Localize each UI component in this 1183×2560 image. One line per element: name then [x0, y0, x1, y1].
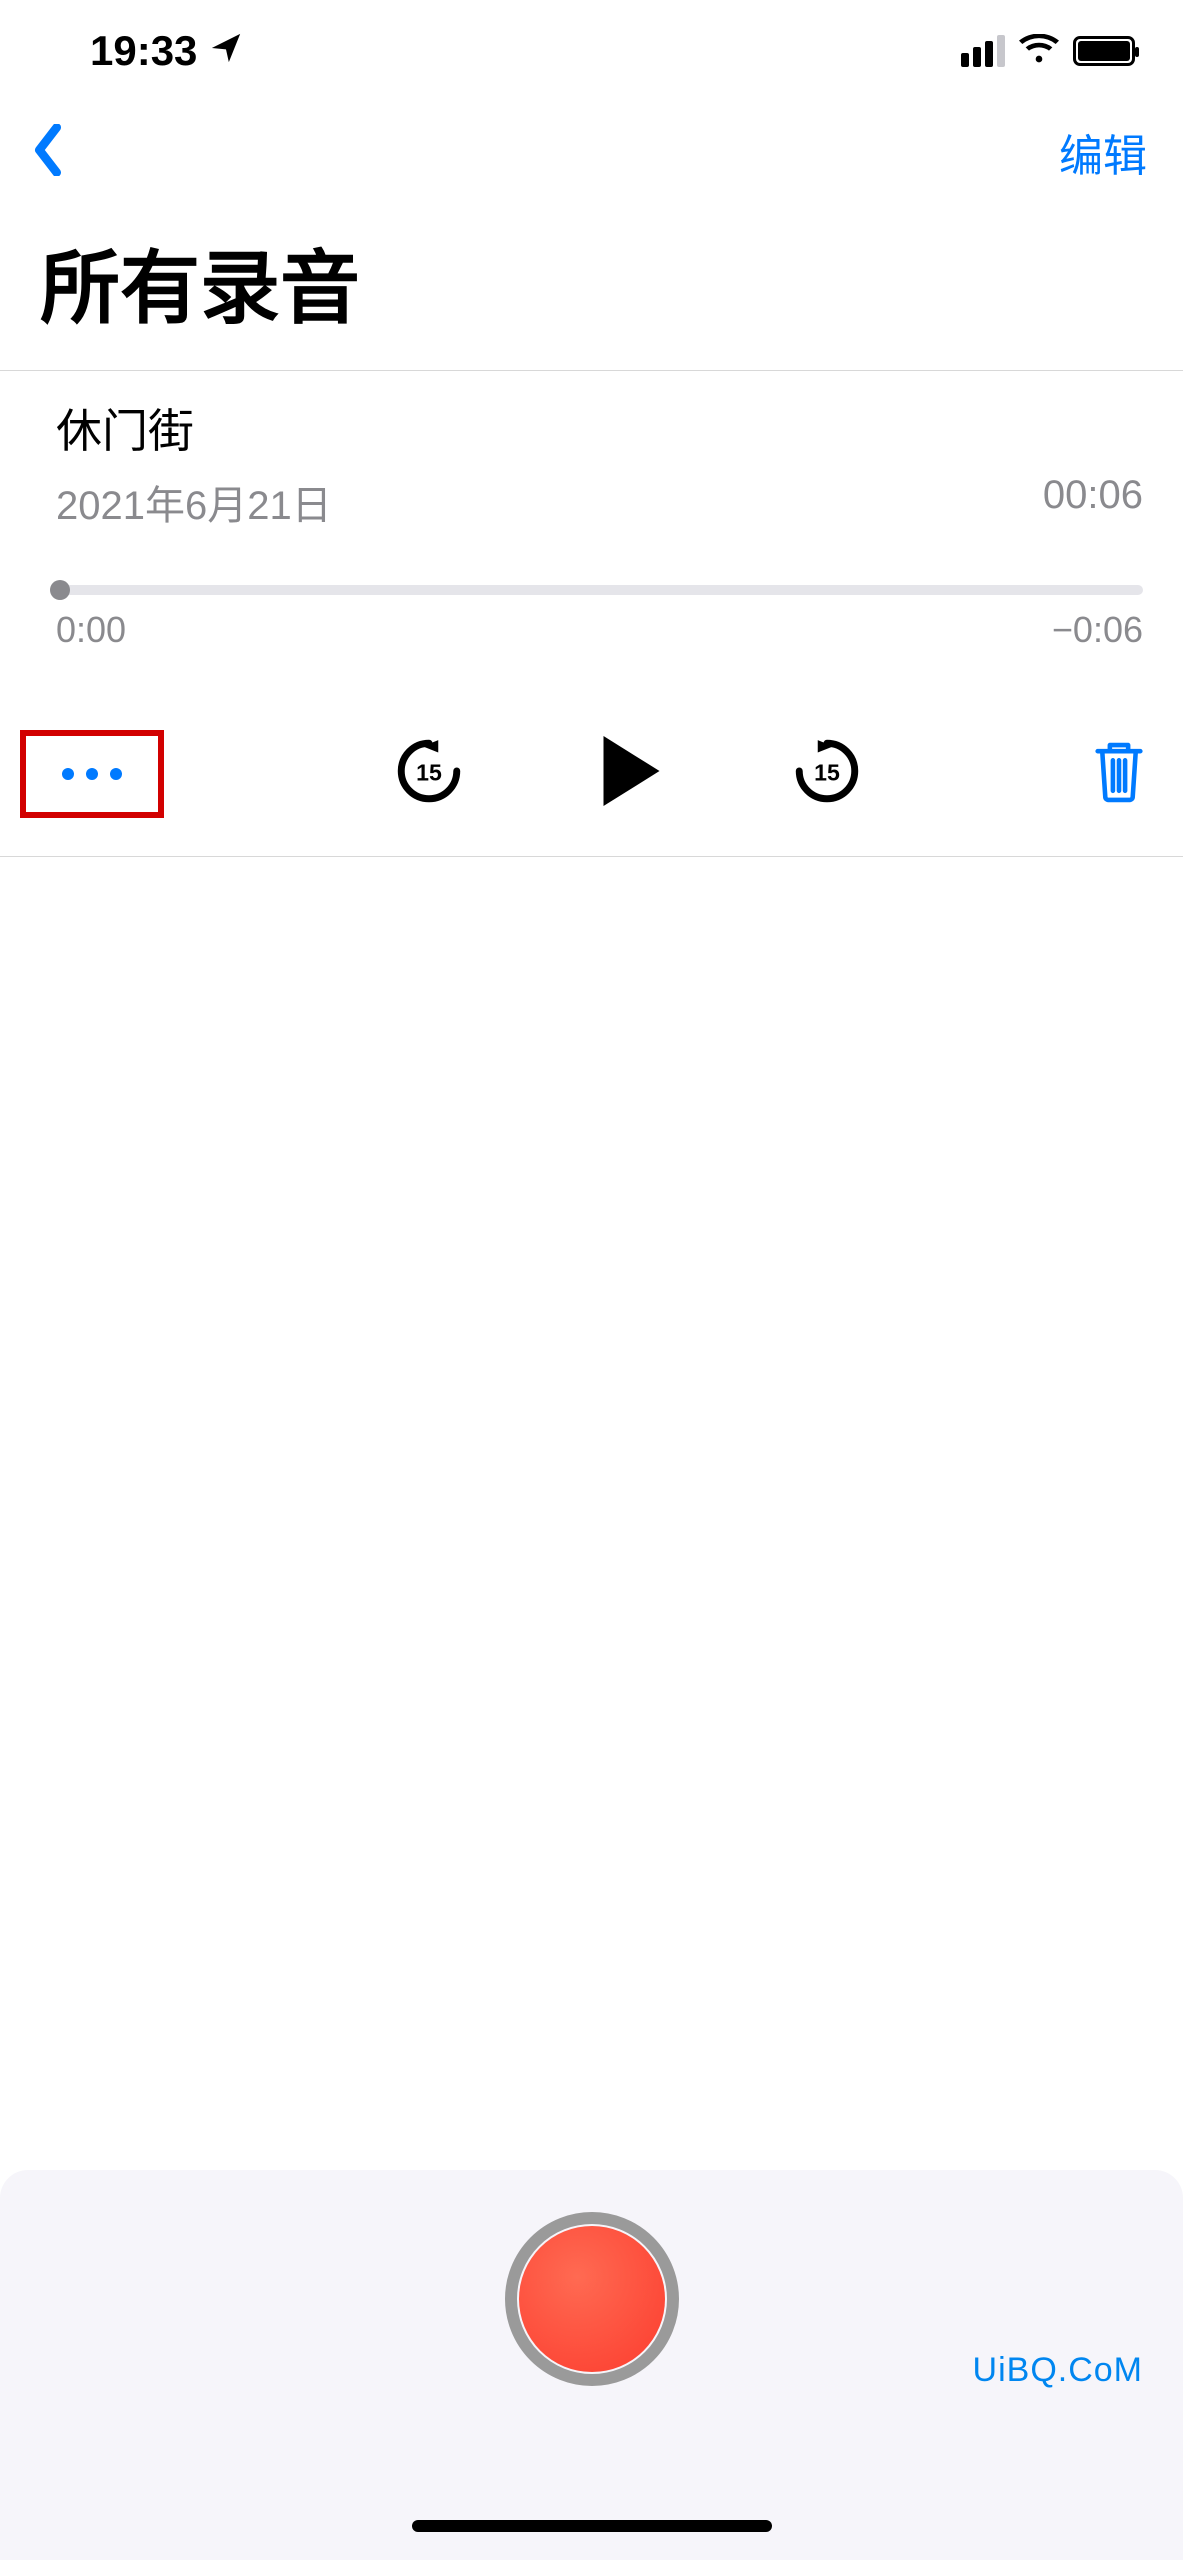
more-options-button[interactable]	[20, 730, 164, 818]
recording-item[interactable]: 休门街 2021年6月21日 00:06 0:00 −0:06	[0, 371, 1183, 691]
watermark: UiBQ.CoM	[973, 2351, 1143, 2390]
delete-button[interactable]	[1091, 739, 1147, 808]
center-controls: 15 15	[392, 729, 864, 818]
skip-forward-button[interactable]: 15	[790, 734, 864, 813]
recording-title: 休门街	[56, 395, 1143, 461]
slider-thumb-icon[interactable]	[50, 580, 70, 600]
edit-button[interactable]: 编辑	[1059, 120, 1147, 184]
divider	[0, 856, 1183, 857]
recording-date: 2021年6月21日	[56, 473, 332, 531]
remaining-time: −0:06	[1052, 609, 1143, 651]
ellipsis-icon	[86, 768, 98, 780]
time-row: 0:00 −0:06	[56, 609, 1143, 651]
page-title: 所有录音	[0, 214, 1183, 370]
skip-back-button[interactable]: 15	[392, 734, 466, 813]
battery-icon	[1073, 36, 1135, 66]
location-icon	[209, 27, 243, 75]
home-indicator[interactable]	[412, 2520, 772, 2532]
back-button[interactable]	[32, 124, 64, 181]
svg-text:15: 15	[814, 759, 840, 785]
wifi-icon	[1019, 34, 1059, 69]
ellipsis-icon	[110, 768, 122, 780]
status-bar: 19:33	[0, 0, 1183, 90]
playback-slider[interactable]	[56, 585, 1143, 595]
ellipsis-icon	[62, 768, 74, 780]
recording-meta: 2021年6月21日 00:06	[56, 473, 1143, 531]
play-button[interactable]	[586, 729, 670, 818]
record-icon	[519, 2226, 665, 2372]
record-button[interactable]	[505, 2212, 679, 2386]
playback-controls: 15 15	[0, 691, 1183, 856]
status-time: 19:33	[90, 27, 197, 75]
nav-bar: 编辑	[0, 90, 1183, 214]
cellular-icon	[961, 35, 1005, 67]
recording-duration: 00:06	[1043, 473, 1143, 531]
status-left: 19:33	[90, 27, 243, 75]
elapsed-time: 0:00	[56, 609, 126, 651]
status-right	[961, 34, 1135, 69]
svg-text:15: 15	[416, 759, 442, 785]
